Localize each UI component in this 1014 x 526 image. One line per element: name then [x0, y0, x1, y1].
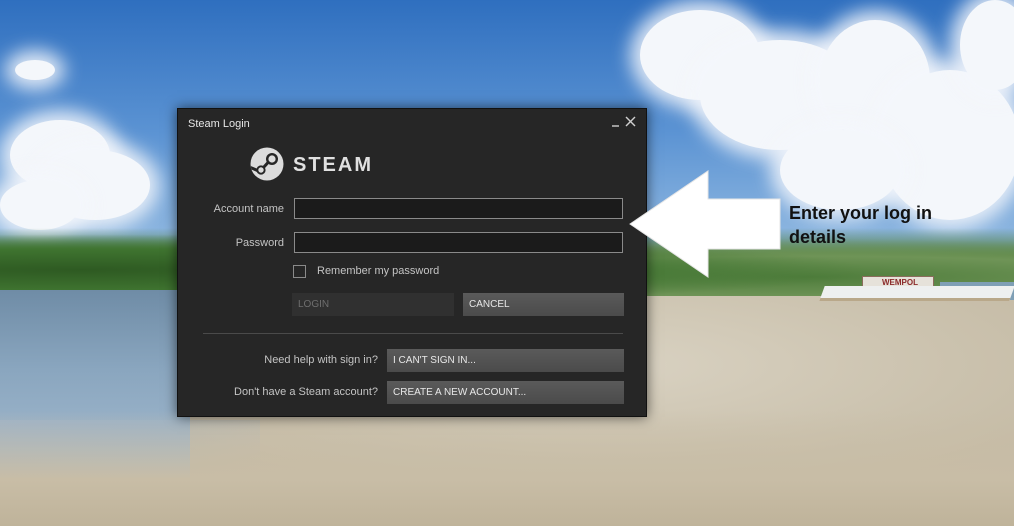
- create-account-button[interactable]: CREATE A NEW ACCOUNT...: [387, 381, 624, 404]
- steam-login-dialog: Steam Login STEAM Account name Password …: [177, 108, 647, 417]
- annotation-text: Enter your log in details: [789, 201, 989, 249]
- cancel-button[interactable]: CANCEL: [463, 293, 624, 316]
- password-input[interactable]: [294, 232, 623, 253]
- divider: [203, 333, 623, 334]
- dialog-titlebar[interactable]: Steam Login: [178, 109, 646, 137]
- boat: WEMPOL: [819, 276, 1014, 308]
- minimize-icon[interactable]: [608, 114, 624, 130]
- close-icon[interactable]: [623, 114, 639, 130]
- no-account-question: Don't have a Steam account?: [234, 386, 378, 398]
- cant-sign-in-button[interactable]: I CAN'T SIGN IN...: [387, 349, 624, 372]
- password-label: Password: [235, 237, 284, 249]
- remember-password-label[interactable]: Remember my password: [317, 265, 439, 277]
- dialog-title: Steam Login: [188, 118, 250, 130]
- annotation-line-1: Enter your log in: [789, 203, 933, 223]
- left-arrow-icon: [629, 170, 781, 278]
- steam-logo-icon: [250, 147, 284, 181]
- boat-name: WEMPOL: [882, 278, 918, 287]
- steam-wordmark: STEAM: [293, 154, 373, 176]
- remember-password-checkbox[interactable]: [293, 265, 306, 278]
- account-name-label: Account name: [213, 203, 284, 215]
- annotation-line-2: details: [789, 227, 847, 247]
- signin-help-question: Need help with sign in?: [264, 354, 378, 366]
- login-button[interactable]: LOGIN: [292, 293, 454, 316]
- account-name-input[interactable]: [294, 198, 623, 219]
